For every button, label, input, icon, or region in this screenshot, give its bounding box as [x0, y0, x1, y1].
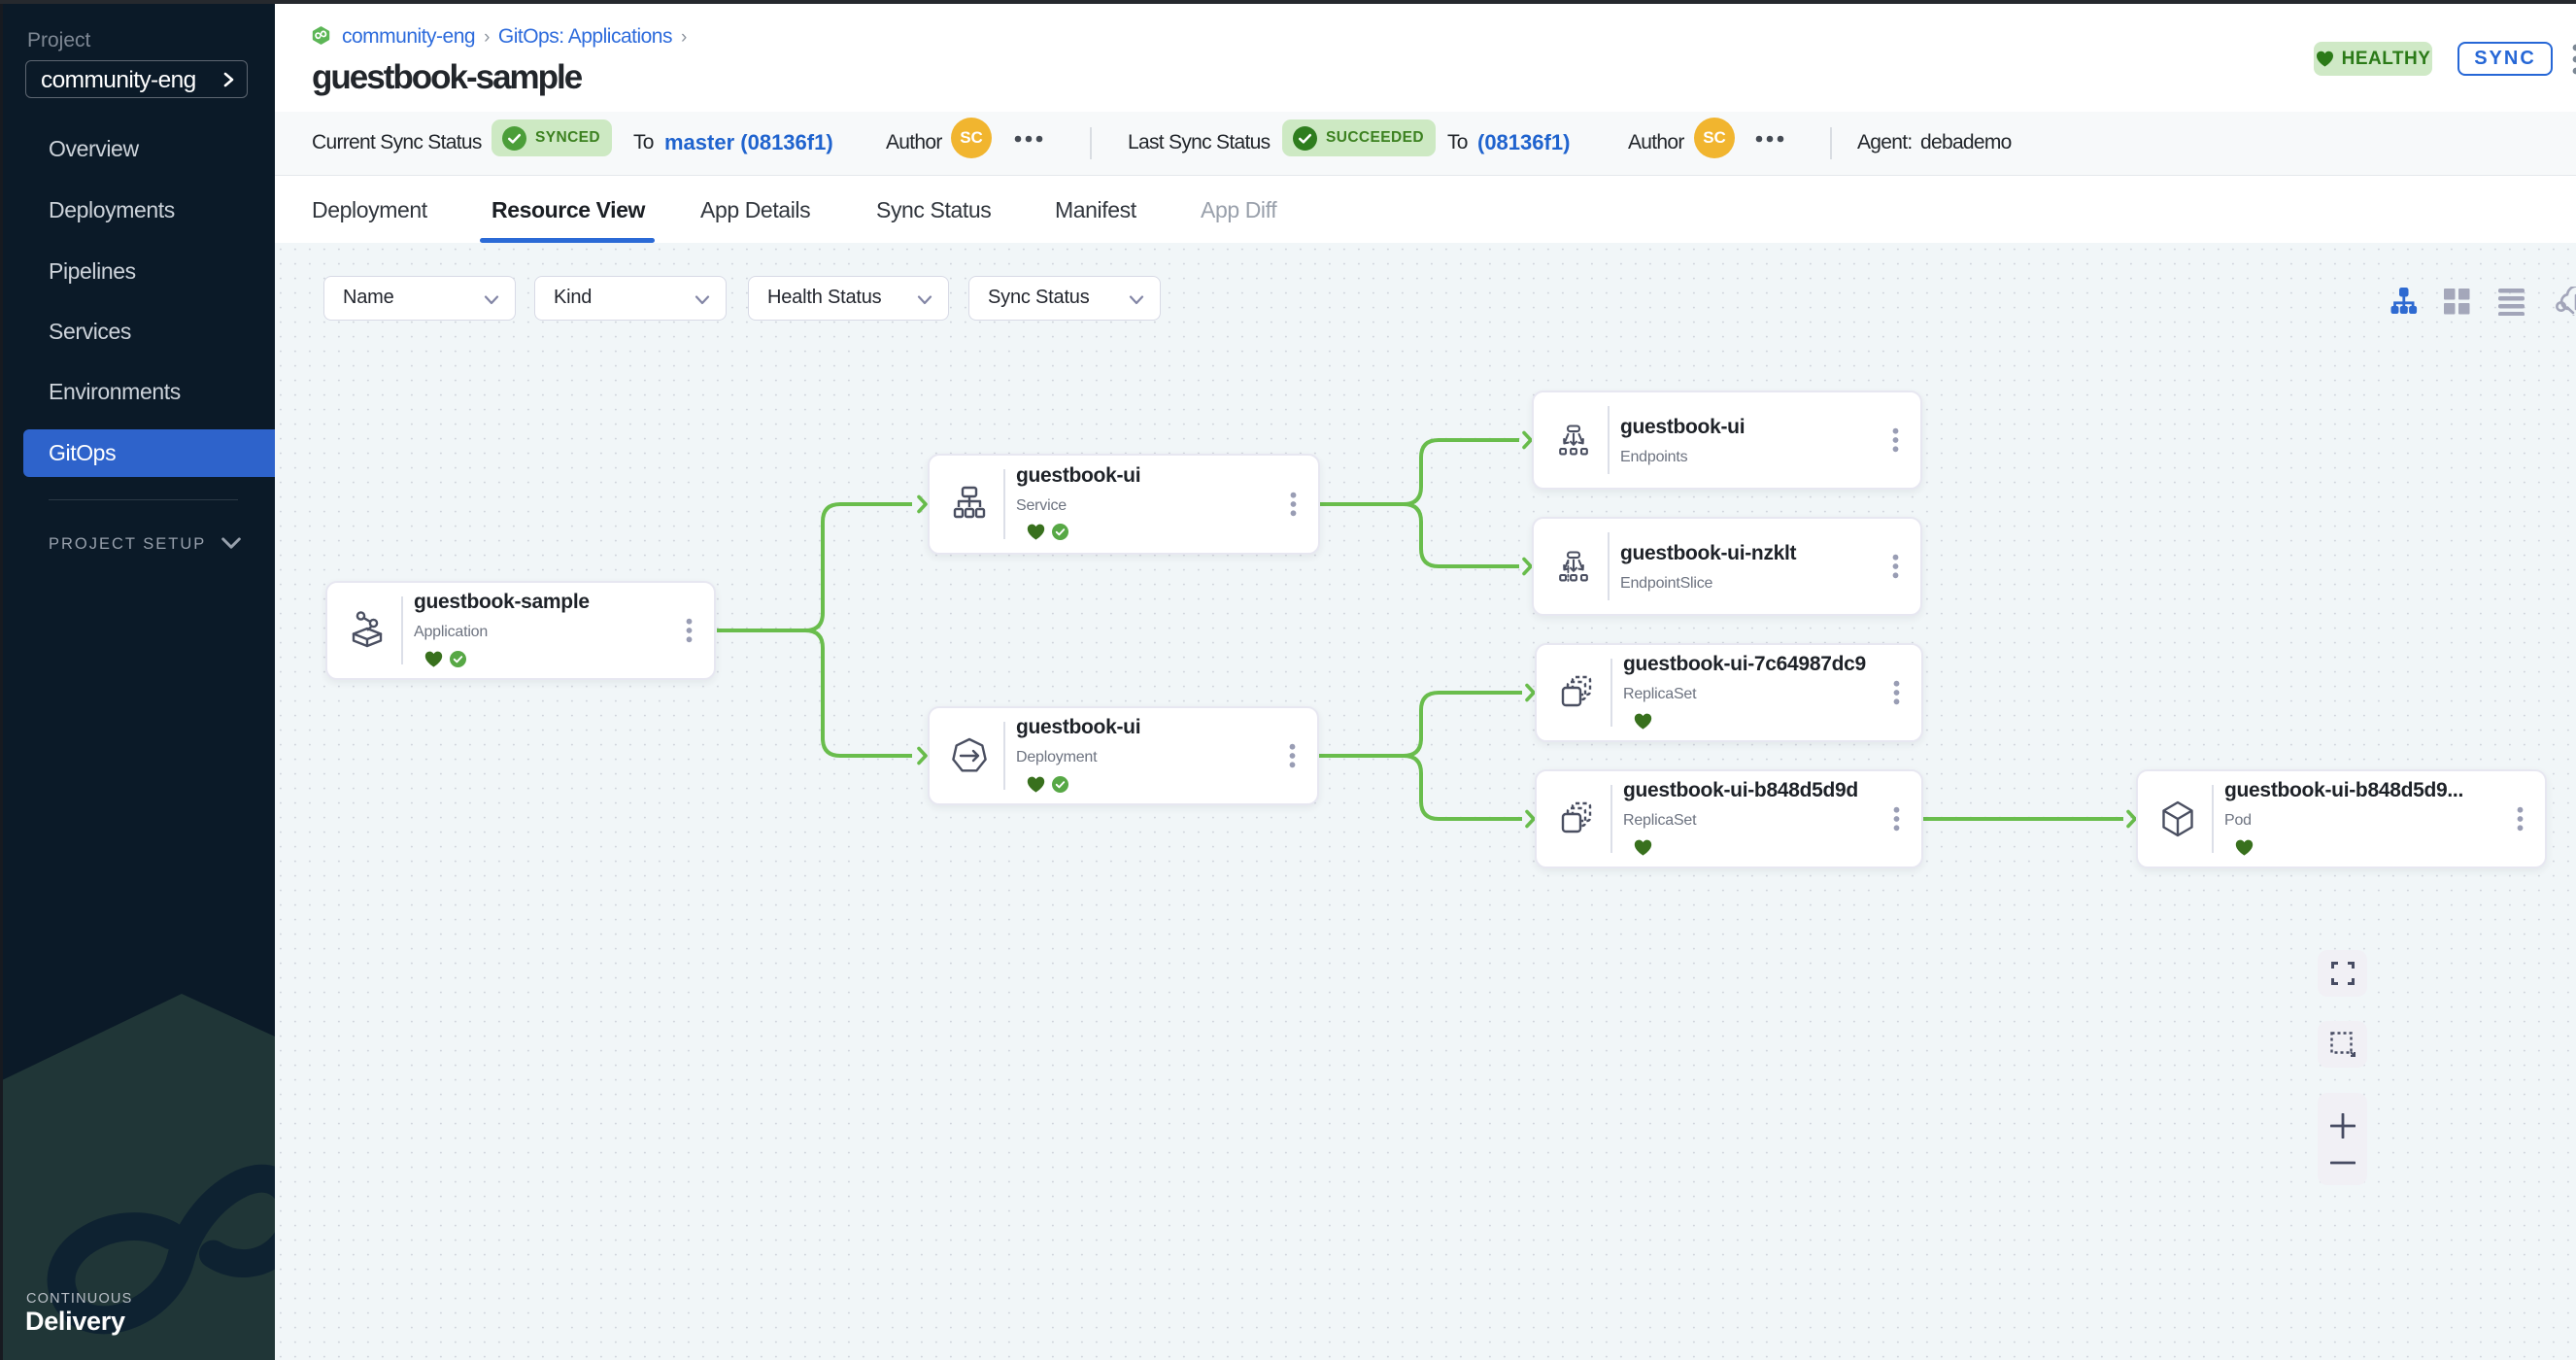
svg-text:∞: ∞: [312, 26, 330, 45]
